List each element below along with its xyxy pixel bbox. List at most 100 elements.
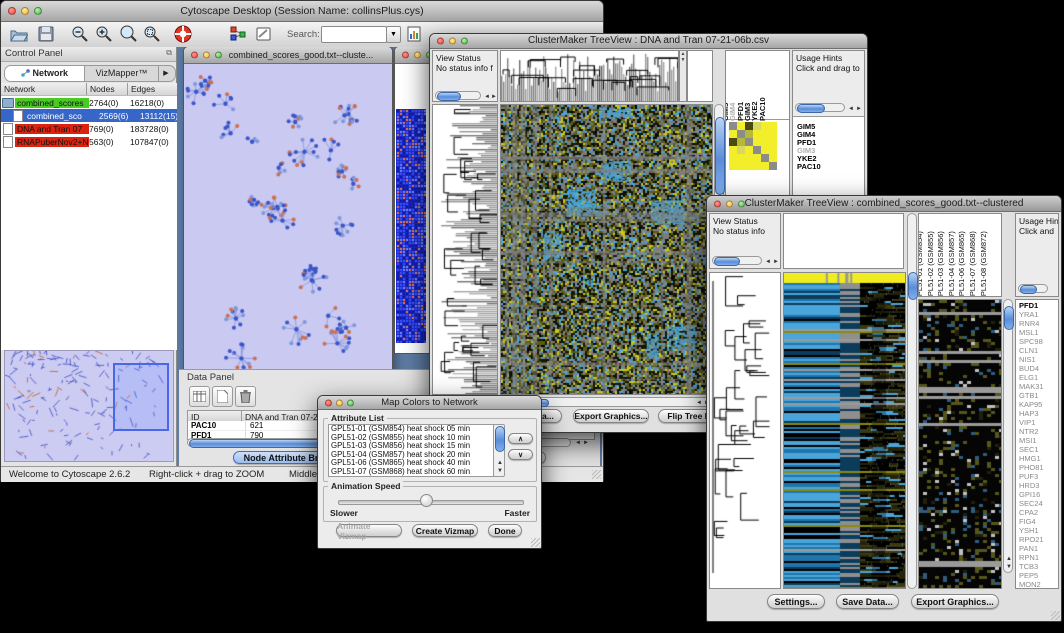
search-input[interactable] — [321, 26, 387, 43]
scroll-left-icon[interactable]: ◄ — [848, 106, 854, 112]
close-button[interactable] — [191, 52, 198, 59]
network-view-2-title-bar[interactable] — [395, 47, 429, 64]
zoom-fit-icon[interactable] — [143, 25, 161, 48]
adjacency-grid-canvas[interactable] — [396, 109, 426, 343]
tab-network[interactable]: Network — [5, 66, 85, 81]
help-ring-icon[interactable] — [173, 24, 193, 49]
minimize-button[interactable] — [726, 200, 733, 207]
tv1-heatmap[interactable] — [500, 104, 713, 395]
open-folder-icon[interactable] — [9, 25, 29, 48]
move-down-button[interactable]: ∨ — [508, 449, 533, 460]
tv1-mini-heatmap[interactable] — [729, 122, 777, 170]
network-row[interactable]: combined_sco2569(6)13112(15) — [1, 109, 177, 122]
settings-button[interactable]: Settings... — [767, 594, 825, 609]
zoom-button[interactable] — [215, 52, 222, 59]
attribute-item[interactable]: GPL51-07 (GSM868) heat shock 60 min — [329, 468, 493, 477]
tv2-usage-scrollbar[interactable] — [1018, 284, 1048, 293]
trash-button[interactable] — [235, 386, 256, 407]
resize-grip[interactable] — [1051, 611, 1060, 620]
document-chart-icon[interactable] — [405, 25, 423, 48]
tv1-arrow-strip[interactable]: ▲▼ — [679, 50, 687, 102]
zoom-in-icon[interactable] — [95, 25, 113, 48]
move-up-button[interactable]: ∧ — [508, 433, 533, 444]
mini-cell — [753, 146, 761, 154]
tv2-heatmap-zoom[interactable] — [918, 299, 1002, 589]
zoom-button[interactable] — [347, 399, 354, 406]
network-view-title-bar[interactable]: combined_scores_good.txt--cluste... — [184, 47, 392, 64]
scroll-up-icon[interactable]: ▲ — [497, 460, 503, 466]
minimize-button[interactable] — [21, 7, 29, 15]
scroll-right-icon[interactable]: ► — [491, 94, 497, 100]
save-icon[interactable] — [37, 25, 55, 48]
tv2-zoom-vscrollbar[interactable]: ▲ ▼ — [1003, 299, 1013, 573]
scroll-down-icon[interactable]: ▼ — [1006, 564, 1012, 570]
tv1-status-scrollbar[interactable] — [435, 91, 481, 100]
network-row[interactable]: RNAPuberNov2+N563(0)107847(0) — [1, 135, 177, 148]
tv1-usage-scrollbar[interactable] — [795, 103, 845, 112]
scroll-left-icon[interactable]: ◄ — [484, 94, 490, 100]
export-graphics-button[interactable]: Export Graphics... — [573, 409, 649, 423]
annotation-icon[interactable] — [255, 25, 273, 48]
close-button[interactable] — [714, 200, 721, 207]
col-nodes[interactable]: Nodes — [87, 83, 128, 95]
scroll-right-icon[interactable]: ► — [583, 440, 589, 446]
network-canvas[interactable] — [184, 64, 390, 370]
col-network[interactable]: Network — [1, 83, 87, 95]
minimize-button[interactable] — [449, 38, 456, 45]
overview-viewport-rect[interactable] — [113, 363, 169, 431]
speed-slider-thumb[interactable] — [420, 494, 433, 507]
treeview1-title-bar[interactable]: ClusterMaker TreeView : DNA and Tran 07-… — [430, 34, 867, 49]
minimize-button[interactable] — [336, 399, 343, 406]
network-row[interactable]: combined_scores2764(0)16218(0) — [1, 96, 177, 109]
network-row[interactable]: DNA and Tran 07769(0)183728(0) — [1, 122, 177, 135]
scroll-right-icon[interactable]: ► — [856, 106, 862, 112]
tv1-column-dendrogram[interactable] — [500, 50, 679, 102]
id-header[interactable]: ID — [188, 411, 242, 421]
tv2-col-label: GPL51-06 (GSM865) — [958, 231, 966, 297]
new-document-button[interactable] — [212, 386, 233, 407]
float-panel-icon[interactable]: ⧉ — [166, 48, 172, 58]
zoom-button[interactable] — [738, 200, 745, 207]
tv2-status-scrollbar[interactable] — [712, 256, 762, 265]
scroll-left-icon[interactable]: ◄ — [765, 259, 771, 265]
done-button[interactable]: Done — [488, 524, 522, 537]
table-view-button[interactable] — [189, 386, 210, 407]
tv2-row-dendrogram[interactable] — [709, 272, 781, 589]
resize-grip[interactable] — [531, 538, 540, 547]
scroll-down-icon[interactable]: ▼ — [497, 468, 503, 474]
close-button[interactable] — [402, 52, 409, 59]
file-icon — [3, 123, 13, 135]
main-title-bar[interactable]: Cytoscape Desktop (Session Name: collins… — [1, 1, 603, 22]
tv2-heatmap-global[interactable] — [783, 272, 906, 589]
mini-cell — [753, 154, 761, 162]
export-graphics-button[interactable]: Export Graphics... — [911, 594, 999, 609]
scroll-left-icon[interactable]: ◄ — [696, 400, 702, 406]
scroll-left-icon[interactable]: ◄ — [575, 440, 581, 446]
minimize-button[interactable] — [414, 52, 421, 59]
zoom-button[interactable] — [34, 7, 42, 15]
zoom-selected-icon[interactable] — [119, 25, 137, 48]
create-vizmap-button[interactable]: Create Vizmap — [412, 524, 478, 537]
save-data-button[interactable]: Save Data... — [836, 594, 899, 609]
close-button[interactable] — [8, 7, 16, 15]
tv2-global-vscrollbar[interactable] — [907, 213, 917, 589]
close-button[interactable] — [325, 399, 332, 406]
attribute-list-scrollbar[interactable]: ▲ ▼ — [493, 424, 505, 477]
mini-cell — [753, 130, 761, 138]
zoom-button[interactable] — [461, 38, 468, 45]
close-button[interactable] — [437, 38, 444, 45]
network-overview[interactable] — [4, 350, 174, 462]
resize-grip[interactable] — [592, 470, 601, 479]
tv1-row-dendrogram[interactable] — [432, 104, 498, 395]
treeview2-title-bar[interactable]: ClusterMaker TreeView : combined_scores_… — [707, 196, 1061, 212]
zoom-out-icon[interactable] — [71, 25, 89, 48]
tab-more-arrow[interactable]: ▶ — [159, 66, 173, 81]
dialog-title-bar[interactable]: Map Colors to Network — [318, 396, 541, 410]
scroll-right-icon[interactable]: ► — [773, 259, 779, 265]
nodes-icon[interactable] — [229, 25, 247, 48]
scroll-up-icon[interactable]: ▲ — [1006, 556, 1012, 562]
col-edges[interactable]: Edges — [128, 83, 177, 95]
search-dropdown[interactable]: ▼ — [386, 26, 401, 43]
minimize-button[interactable] — [203, 52, 210, 59]
tab-vizmapper[interactable]: VizMapper™ — [85, 66, 159, 81]
